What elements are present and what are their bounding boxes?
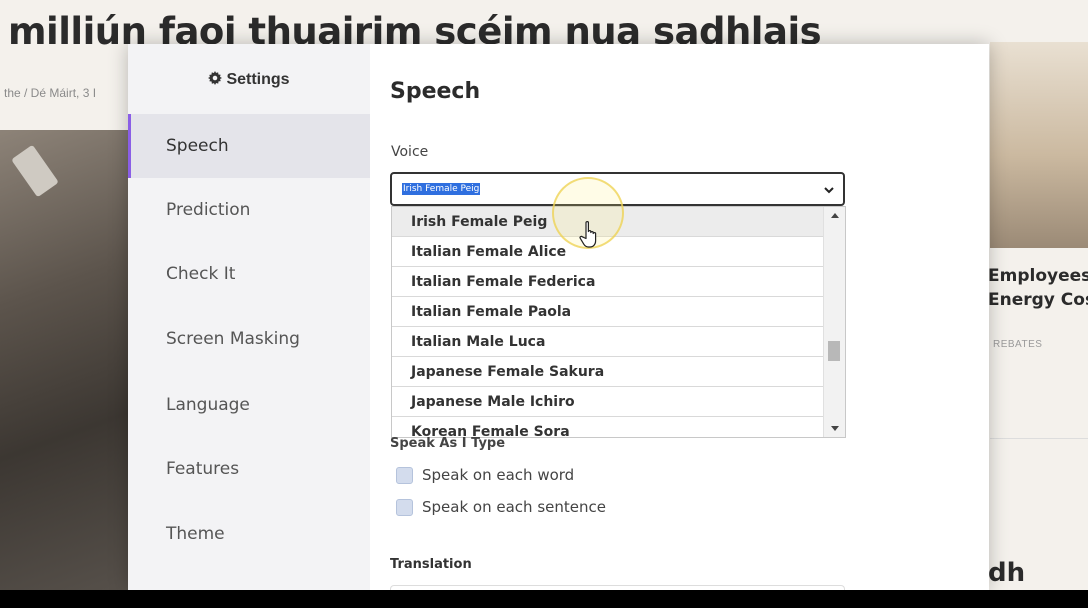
voice-label: Voice (391, 144, 429, 160)
dropdown-scrollbar[interactable] (823, 207, 845, 437)
checkbox-label: Speak on each word (422, 466, 575, 484)
chevron-down-icon (824, 187, 834, 194)
translation-label: Translation (390, 557, 472, 572)
nav-item-prediction[interactable]: Prediction (128, 178, 370, 242)
nav-item-check-it[interactable]: Check It (128, 242, 370, 306)
nav-item-label: Speech (166, 136, 229, 156)
related-article-title: Employees Energy Cos (988, 264, 1088, 312)
nav-item-language[interactable]: Language (128, 373, 370, 437)
letterbox-bar (0, 590, 1088, 608)
voice-option[interactable]: Korean Female Sora (392, 417, 824, 437)
nav-item-theme[interactable]: Theme (128, 502, 370, 566)
nav-item-label: Prediction (166, 200, 251, 220)
nav-item-features[interactable]: Features (128, 437, 370, 501)
speak-as-i-type-label: Speak As I Type (390, 436, 506, 451)
voice-select-value: Irish Female Peig (402, 183, 481, 195)
related-article-title-line-1: Employees (988, 266, 1088, 286)
heading-fragment: dh (988, 558, 1026, 588)
article-byline: the / Dé Máirt, 3 I (4, 86, 97, 100)
settings-dialog: Settings Speech Prediction Check It Scre… (128, 44, 989, 590)
nav-item-label: Check It (166, 264, 236, 284)
voice-option[interactable]: Japanese Male Ichiro (392, 387, 824, 417)
nav-item-label: Screen Masking (166, 329, 300, 349)
scroll-up-arrow-icon[interactable] (831, 213, 839, 218)
related-article-title-line-2: Energy Cos (988, 290, 1088, 310)
nav-item-label: Theme (166, 524, 225, 544)
speak-each-sentence-checkbox[interactable] (396, 498, 413, 516)
nav-item-speech[interactable]: Speech (128, 114, 370, 178)
voice-dropdown-list: Irish Female Peig Italian Female Alice I… (391, 206, 846, 438)
speak-each-sentence-option[interactable]: Speak on each sentence (396, 498, 606, 516)
hand-pointer-icon (579, 221, 597, 248)
speak-each-word-option[interactable]: Speak on each word (396, 466, 574, 484)
speech-settings-panel: Speech Voice Irish Female Peig Irish Fem… (370, 44, 989, 590)
voice-option[interactable]: Italian Female Paola (392, 297, 824, 327)
voice-option[interactable]: Japanese Female Sakura (392, 357, 824, 387)
nav-item-label: Features (166, 459, 240, 479)
settings-sidebar: Settings Speech Prediction Check It Scre… (128, 44, 370, 590)
panel-title: Speech (390, 79, 481, 104)
speak-each-word-checkbox[interactable] (396, 466, 413, 484)
article-photo (0, 130, 128, 590)
related-article-tag: REBATES (993, 339, 1043, 350)
nav-item-screen-masking[interactable]: Screen Masking (128, 307, 370, 371)
nav-item-label: Language (166, 395, 250, 415)
scroll-down-arrow-icon[interactable] (831, 426, 839, 431)
voice-option[interactable]: Italian Female Federica (392, 267, 824, 297)
scrollbar-thumb[interactable] (828, 341, 840, 361)
settings-title: Settings (226, 71, 290, 88)
checkbox-label: Speak on each sentence (422, 498, 606, 516)
settings-header: Settings (128, 70, 370, 90)
divider (990, 438, 1088, 439)
gear-icon (208, 71, 223, 85)
related-article-photo (990, 42, 1088, 248)
voice-option[interactable]: Italian Male Luca (392, 327, 824, 357)
